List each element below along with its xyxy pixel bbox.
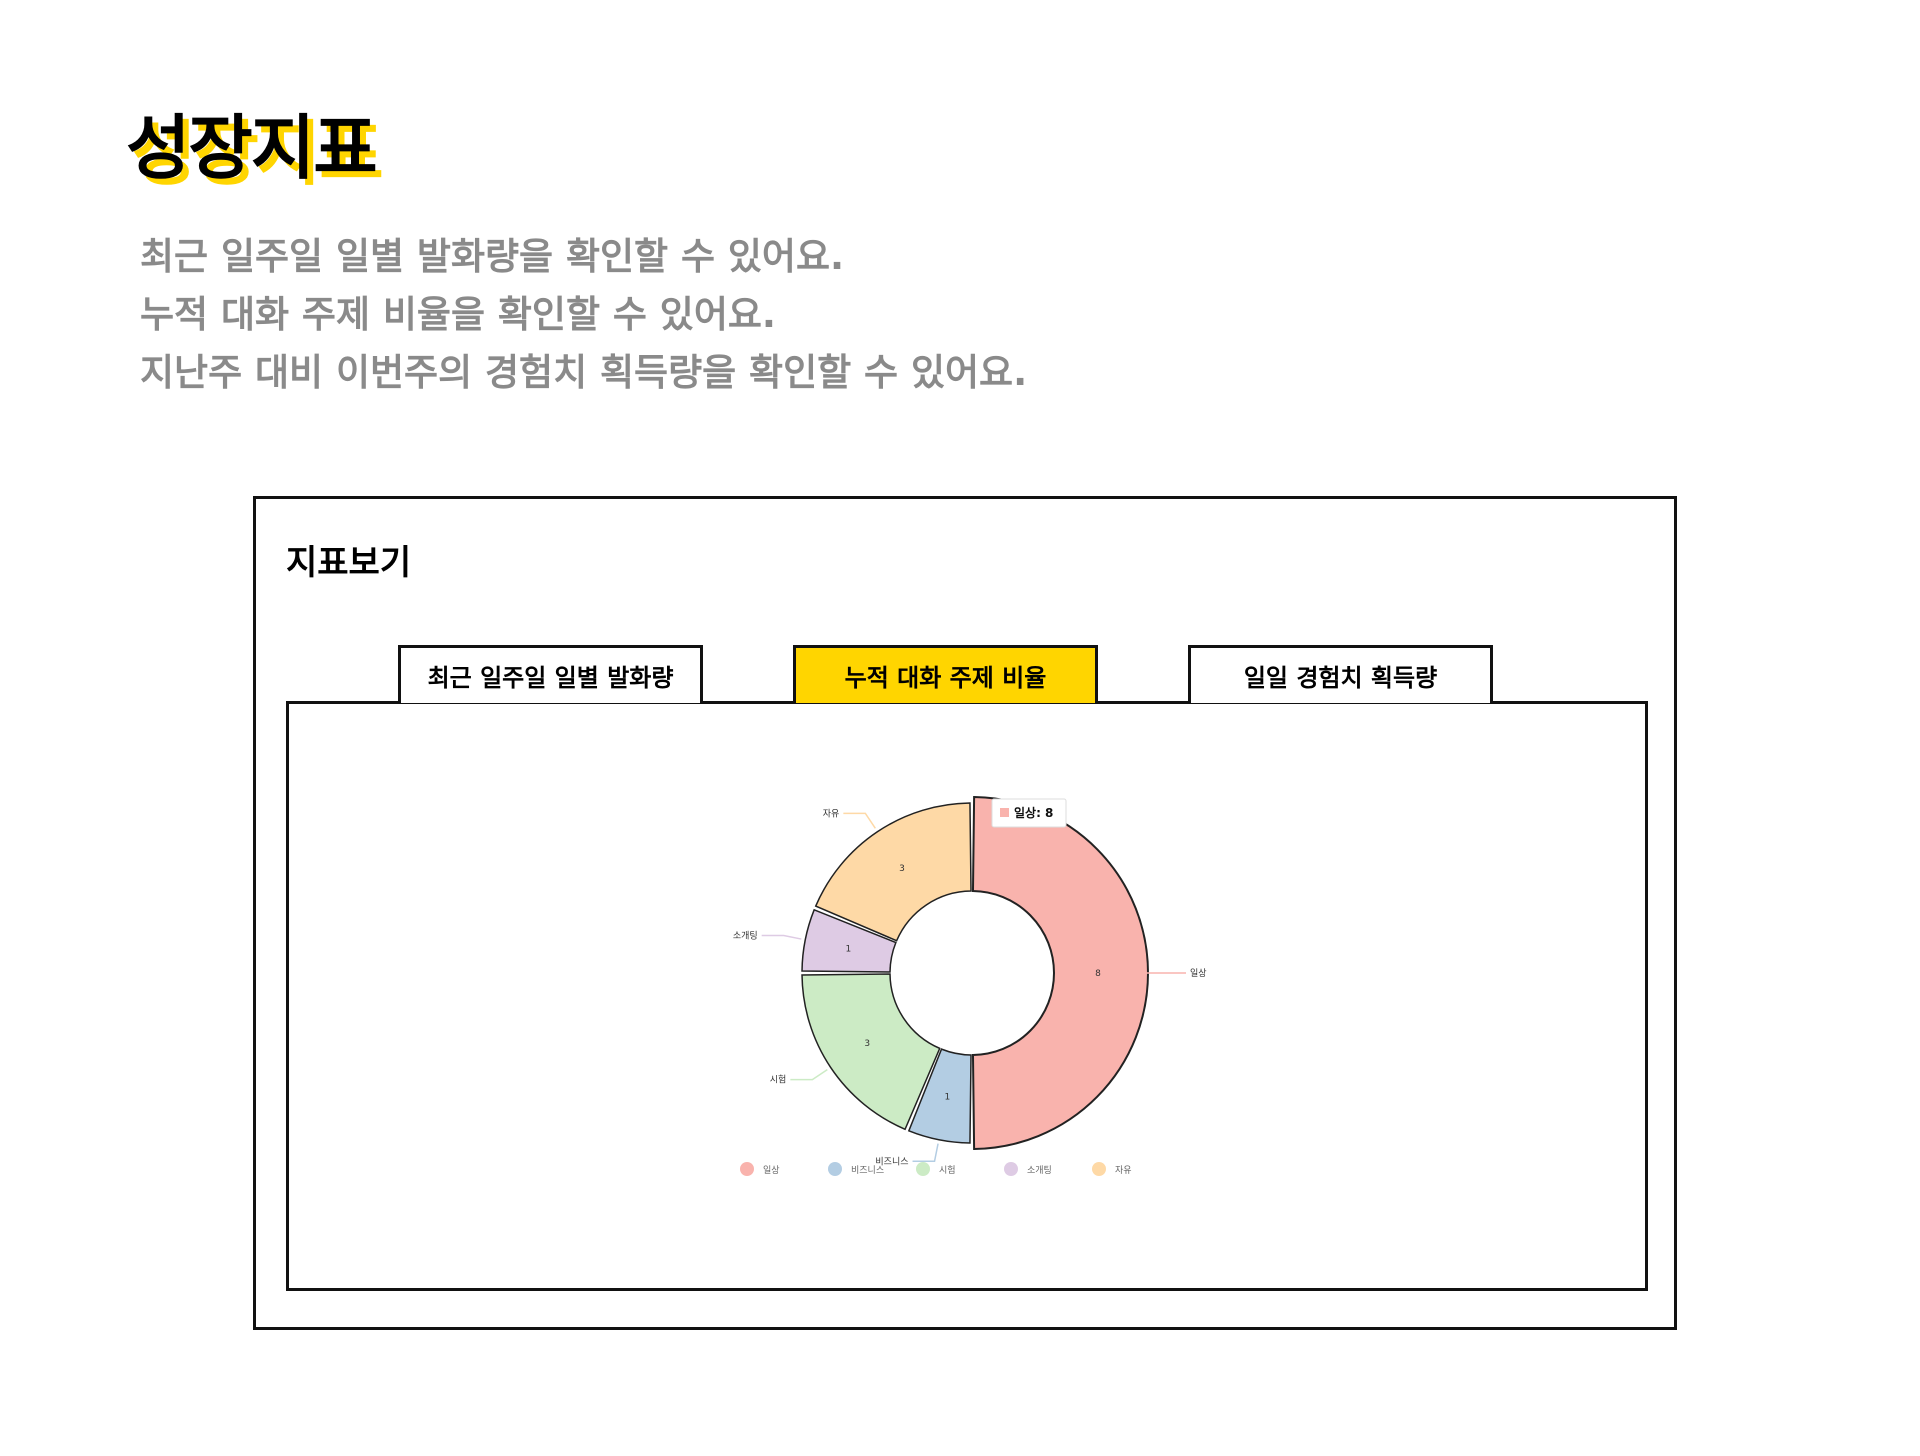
slice-value-label: 1 (846, 944, 852, 954)
legend-swatch (740, 1162, 754, 1176)
tab-daily-speech[interactable]: 최근 일주일 일별 발화량 (398, 645, 703, 703)
leader-line (843, 812, 876, 829)
leader-line (790, 1069, 828, 1081)
slice-value-label: 3 (864, 1039, 870, 1049)
legend-item-자유[interactable]: 자유 (1092, 1162, 1132, 1176)
slice-category-label: 소개팅 (733, 931, 758, 942)
chart-tooltip: 일상: 8 (991, 798, 1067, 828)
legend-swatch (1092, 1162, 1106, 1176)
tooltip-swatch (1000, 808, 1009, 817)
description-line: 지난주 대비 이번주의 경험치 획득량을 확인할 수 있어요. (140, 351, 1028, 394)
legend-swatch (916, 1162, 930, 1176)
page-title: 성장지표 (126, 107, 378, 189)
legend-swatch (1004, 1162, 1018, 1176)
tab-daily-exp[interactable]: 일일 경험치 획득량 (1188, 645, 1493, 703)
legend-item-시험[interactable]: 시험 (916, 1162, 956, 1176)
slice-value-label: 1 (945, 1093, 951, 1103)
description-line: 최근 일주일 일별 발화량을 확인할 수 있어요. (140, 235, 845, 278)
donut-slice-일상[interactable] (971, 795, 1149, 1151)
legend-swatch (828, 1162, 842, 1176)
donut-chart: 8 일상1비즈니스3시험1소개팅3자유 일상: 8일상 비즈니스 시험 소개팅 자유 (733, 795, 1207, 1176)
description-block: 최근 일주일 일별 발화량을 확인할 수 있어요. 누적 대화 주제 비율을 확… (140, 228, 1027, 402)
tab-topic-ratio[interactable]: 누적 대화 주제 비율 (793, 645, 1098, 703)
chart-container: 8 일상 1 비즈니스 3 시험 1 소개팅 3 자유 일상: 8 일상 비즈니스 시험 소개팅 자유 (286, 701, 1648, 1291)
slice-value-label: 3 (899, 864, 905, 874)
legend-label: 일상 (763, 1165, 780, 1176)
legend-label: 비즈니스 (851, 1165, 884, 1176)
slice-value-label: 8 (1095, 969, 1101, 979)
legend-item-일상[interactable]: 일상 (740, 1162, 780, 1176)
slice-category-label: 시험 (770, 1075, 787, 1086)
panel-title: 지표보기 (286, 543, 412, 583)
leader-line (761, 934, 802, 940)
legend-item-소개팅[interactable]: 소개팅 (1004, 1162, 1052, 1176)
description-line: 누적 대화 주제 비율을 확인할 수 있어요. (140, 293, 776, 336)
legend-label: 소개팅 (1027, 1165, 1052, 1176)
leader-line (912, 1143, 939, 1163)
legend-label: 자유 (1115, 1165, 1132, 1176)
slice-category-label: 일상 (1190, 968, 1207, 979)
slice-category-label: 자유 (823, 808, 840, 819)
tooltip-text: 일상: 8 (1014, 805, 1053, 820)
metrics-panel: 지표보기 최근 일주일 일별 발화량 누적 대화 주제 비율 일일 경험치 획득… (253, 496, 1677, 1330)
legend-label: 시험 (939, 1165, 956, 1176)
